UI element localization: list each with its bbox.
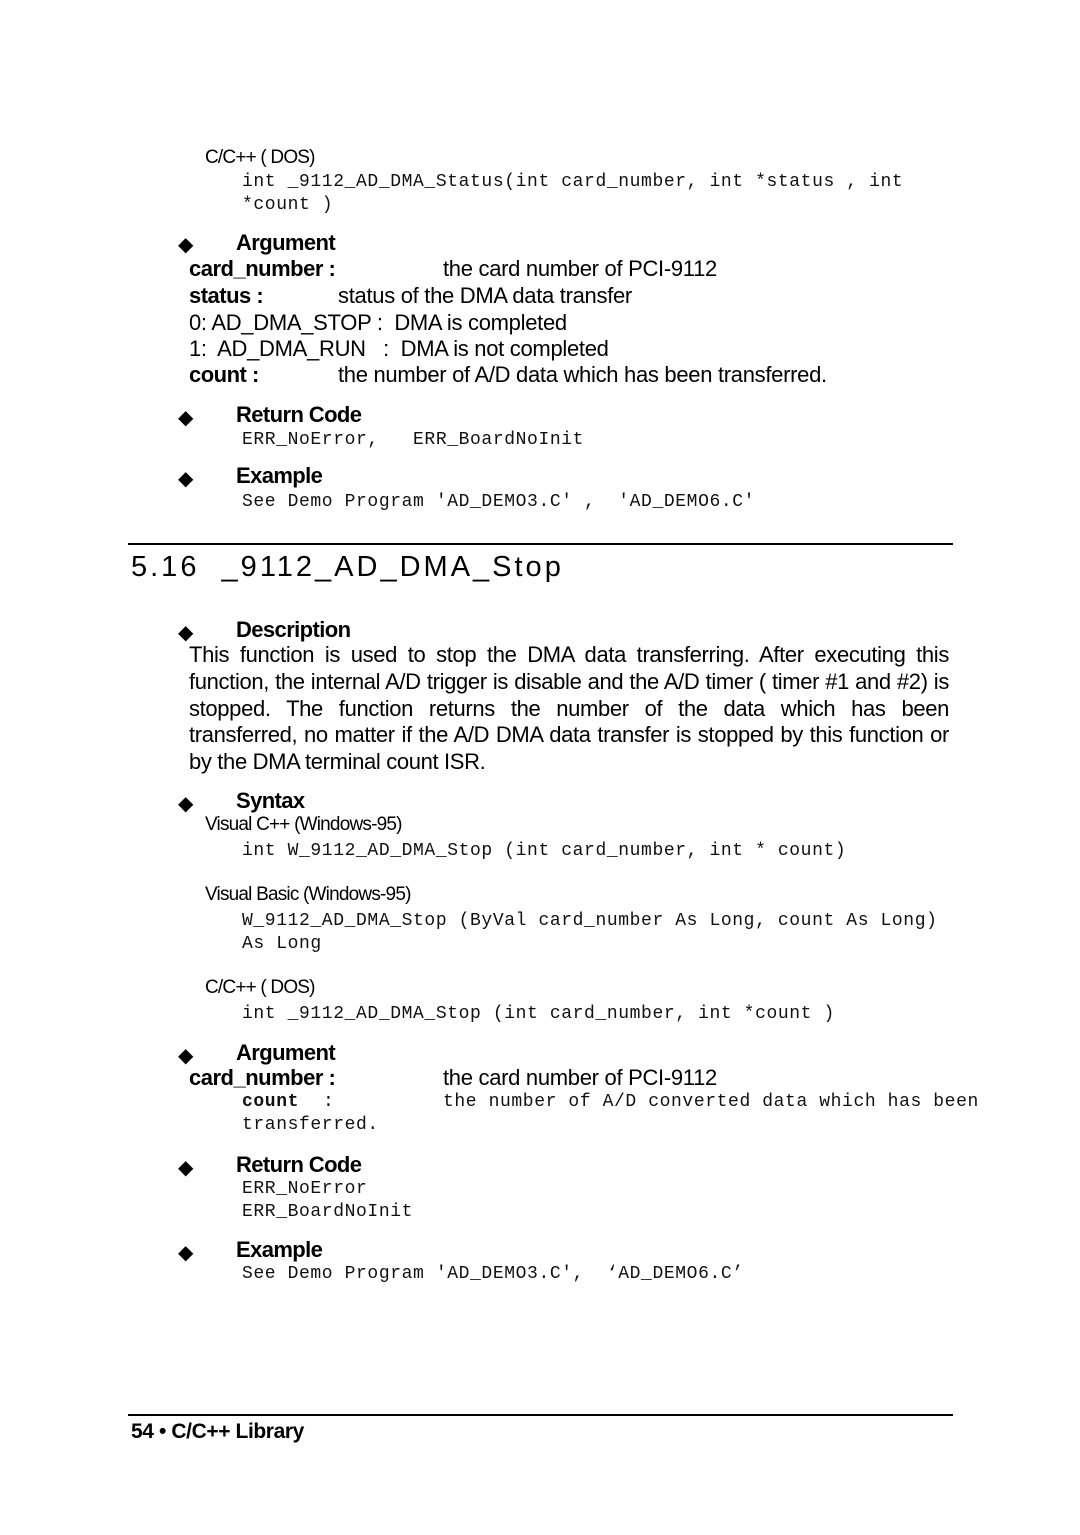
arg-card-number-desc: the card number of PCI-9112: [443, 256, 717, 281]
status-value-stop: 0: AD_DMA_STOP : DMA is completed: [189, 310, 567, 335]
arg-card-number-label: card_number :: [189, 1065, 336, 1090]
vb-syntax-code: W_9112_AD_DMA_Stop (ByVal card_number As…: [242, 911, 938, 931]
section-title: 5.16 _9112_AD_DMA_Stop: [131, 551, 564, 583]
example-heading: Example: [236, 1237, 323, 1262]
arg-count-desc-cont: transferred.: [242, 1115, 379, 1135]
vb-syntax-label: Visual Basic (Windows-95): [205, 884, 411, 905]
dos-syntax-code-cont: *count ): [242, 195, 334, 215]
status-value-run: 1: AD_DMA_RUN : DMA is not completed: [189, 336, 609, 361]
vc-syntax-code: int W_9112_AD_DMA_Stop (int card_number,…: [242, 841, 847, 861]
arg-count-colon: :: [323, 1092, 335, 1112]
dos-syntax-code: int _9112_AD_DMA_Stop (int card_number, …: [242, 1004, 835, 1024]
return-code-heading: Return Code: [236, 402, 362, 427]
description-text: This function is used to stop the DMA da…: [189, 642, 949, 775]
arg-status-label: status :: [189, 283, 264, 308]
arg-count-desc: the number of A/D data which has been tr…: [338, 362, 827, 387]
return-code-value: ERR_BoardNoInit: [242, 1202, 414, 1222]
syntax-heading: Syntax: [236, 788, 305, 813]
example-text: See Demo Program 'AD_DEMO3.C', ‘AD_DEMO6…: [242, 1264, 744, 1284]
return-code-heading: Return Code: [236, 1152, 362, 1177]
arg-status-desc: status of the DMA data transfer: [338, 283, 632, 308]
footer-bullet-icon: •: [159, 1420, 166, 1443]
return-code-value: ERR_NoError: [242, 1179, 368, 1199]
argument-heading: Argument: [236, 230, 336, 255]
bullet-diamond-icon: ◆: [178, 1242, 194, 1264]
dos-syntax-label: C/C++ ( DOS): [205, 977, 316, 998]
argument-heading: Argument: [236, 1040, 336, 1065]
arg-count-desc: the number of A/D converted data which h…: [443, 1092, 979, 1112]
bullet-diamond-icon: ◆: [178, 793, 194, 815]
arg-card-number-label: card_number :: [189, 256, 336, 281]
return-code-values: ERR_NoError, ERR_BoardNoInit: [242, 430, 585, 450]
footer-divider: [128, 1414, 953, 1416]
arg-count-label: count: [242, 1092, 300, 1112]
description-heading: Description: [236, 617, 351, 642]
vb-syntax-code-cont: As Long: [242, 934, 322, 954]
bullet-diamond-icon: ◆: [178, 1157, 194, 1179]
example-text: See Demo Program 'AD_DEMO3.C' , 'AD_DEMO…: [242, 492, 756, 512]
page-number: 54: [131, 1420, 154, 1443]
arg-count-label: count :: [189, 362, 259, 387]
dos-syntax-label: C/C++ ( DOS): [205, 147, 316, 168]
section-divider: [128, 543, 953, 545]
page-footer: 54 • C/C++ Library: [131, 1420, 304, 1444]
example-heading: Example: [236, 463, 323, 488]
bullet-diamond-icon: ◆: [178, 234, 194, 256]
vc-syntax-label: Visual C++ (Windows-95): [205, 814, 402, 835]
footer-title: C/C++ Library: [171, 1420, 304, 1443]
bullet-diamond-icon: ◆: [178, 468, 194, 490]
dos-syntax-code: int _9112_AD_DMA_Status(int card_number,…: [242, 172, 904, 192]
arg-card-number-desc: the card number of PCI-9112: [443, 1065, 717, 1090]
bullet-diamond-icon: ◆: [178, 407, 194, 429]
